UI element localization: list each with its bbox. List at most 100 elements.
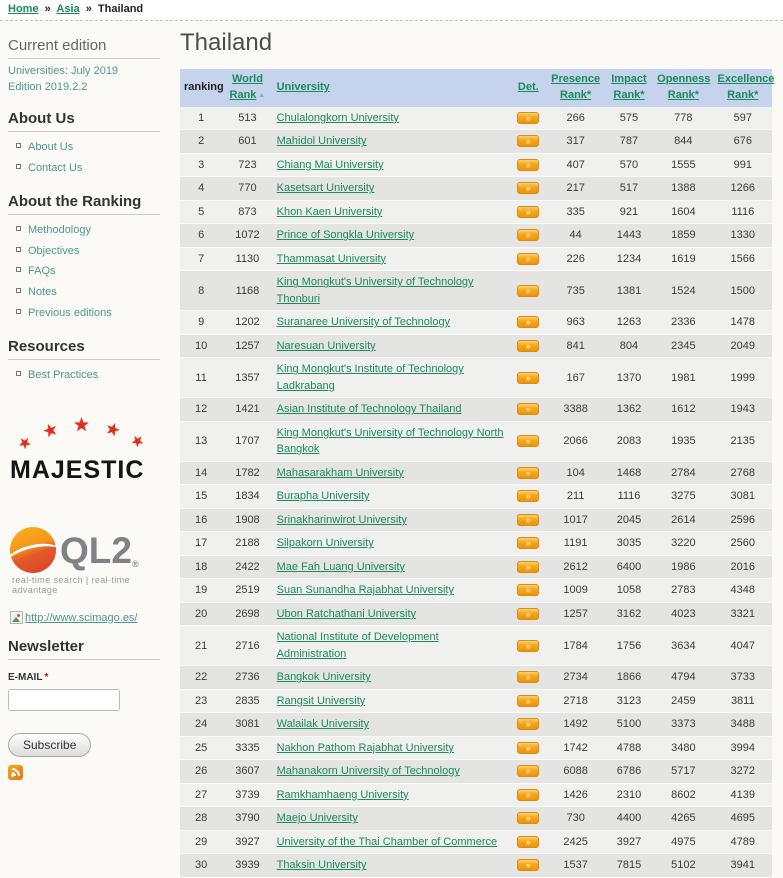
world-rank-cell: 1257 — [222, 334, 272, 358]
university-link[interactable]: Mahasarakham University — [277, 467, 404, 479]
breadcrumb-asia-link[interactable]: Asia — [56, 3, 79, 15]
det-badge-icon[interactable]: » — [517, 671, 539, 683]
table-row: 121421Asian Institute of Technology Thai… — [180, 398, 772, 422]
impact-rank-cell: 1756 — [605, 626, 653, 666]
column-header-link[interactable]: Presence Rank* — [551, 73, 600, 101]
det-badge-icon[interactable]: » — [517, 859, 539, 871]
university-link[interactable]: Ramkhamhaeng University — [277, 789, 409, 801]
rss-icon[interactable] — [8, 765, 23, 780]
det-badge-icon[interactable]: » — [517, 514, 539, 526]
university-link[interactable]: Walailak University — [277, 718, 370, 730]
sidebar-link[interactable]: About Us — [28, 141, 73, 153]
email-field[interactable] — [8, 689, 120, 711]
det-badge-icon[interactable]: » — [517, 435, 539, 447]
university-link[interactable]: Srinakharinwirot University — [277, 514, 407, 526]
sidebar-link[interactable]: Objectives — [28, 245, 79, 257]
column-header-link[interactable]: Impact Rank* — [611, 73, 646, 101]
det-badge-icon[interactable]: » — [517, 608, 539, 620]
scimago-link[interactable]: http://www.scimago.es/ — [25, 612, 138, 624]
presence-rank-cell: 735 — [546, 271, 604, 311]
university-link[interactable]: Mae Fah Luang University — [277, 561, 405, 573]
det-badge-icon[interactable]: » — [517, 836, 539, 848]
ranking-cell: 10 — [180, 334, 222, 358]
breadcrumb: Home » Asia » Thailand — [0, 0, 783, 21]
university-cell: National Institute of Development Admini… — [273, 626, 511, 666]
sidebar-link[interactable]: Previous editions — [28, 307, 112, 319]
det-badge-icon[interactable]: » — [517, 135, 539, 147]
university-link[interactable]: Rangsit University — [277, 695, 366, 707]
university-link[interactable]: King Mongkut's Institute of Technology L… — [277, 363, 464, 392]
det-badge-icon[interactable]: » — [517, 372, 539, 384]
edition-version-link[interactable]: Edition 2019.2.2 — [8, 80, 170, 96]
excellence-rank-cell: 1566 — [714, 247, 772, 271]
university-link[interactable]: Naresuan University — [277, 340, 376, 352]
university-link[interactable]: Khon Kaen University — [277, 206, 383, 218]
sidebar-link[interactable]: FAQs — [28, 265, 56, 277]
university-link[interactable]: Suan Sunandha Rajabhat University — [277, 584, 454, 596]
det-badge-icon[interactable]: » — [517, 285, 539, 297]
det-badge-icon[interactable]: » — [517, 229, 539, 241]
det-badge-icon[interactable]: » — [517, 789, 539, 801]
column-header-link[interactable]: Det. — [518, 81, 539, 93]
university-link[interactable]: Mahidol University — [277, 135, 367, 147]
det-badge-icon[interactable]: » — [517, 206, 539, 218]
world-rank-cell: 3939 — [222, 854, 272, 878]
det-badge-icon[interactable]: » — [517, 561, 539, 573]
university-link[interactable]: University of the Thai Chamber of Commer… — [277, 836, 498, 848]
university-link[interactable]: Maejo University — [277, 812, 358, 824]
det-badge-icon[interactable]: » — [517, 316, 539, 328]
breadcrumb-home-link[interactable]: Home — [8, 3, 39, 15]
column-header-excellence-rank: Excellence Rank* — [714, 69, 772, 107]
det-badge-icon[interactable]: » — [517, 765, 539, 777]
det-badge-icon[interactable]: » — [517, 253, 539, 265]
university-link[interactable]: Burapha University — [277, 490, 370, 502]
column-header-det: Det. — [510, 69, 546, 107]
sidebar-link[interactable]: Contact Us — [28, 162, 82, 174]
column-header-link[interactable]: Openness Rank* — [657, 73, 710, 101]
det-badge-icon[interactable]: » — [517, 467, 539, 479]
university-link[interactable]: King Mongkut's University of Technology … — [277, 276, 474, 305]
ql2-logo[interactable]: QL2® real-time search | real-time advant… — [10, 527, 170, 595]
impact-rank-cell: 804 — [605, 334, 653, 358]
det-badge-icon[interactable]: » — [517, 537, 539, 549]
column-header-link[interactable]: University — [277, 81, 330, 93]
sidebar-link[interactable]: Methodology — [28, 224, 91, 236]
excellence-rank-cell: 2768 — [714, 461, 772, 485]
university-link[interactable]: Silpakorn University — [277, 537, 374, 549]
university-link[interactable]: Thammasat University — [277, 253, 386, 265]
university-link[interactable]: Asian Institute of Technology Thailand — [277, 403, 462, 415]
det-badge-icon[interactable]: » — [517, 490, 539, 502]
university-link[interactable]: Chulalongkorn University — [277, 112, 399, 124]
det-badge-icon[interactable]: » — [517, 742, 539, 754]
det-badge-icon[interactable]: » — [517, 159, 539, 171]
sidebar-link[interactable]: Notes — [28, 286, 57, 298]
det-badge-icon[interactable]: » — [517, 695, 539, 707]
sidebar-link[interactable]: Best Practices — [28, 369, 98, 381]
majestic-logo[interactable]: ★ ★ ★ ★ ★ MAJESTIC — [10, 412, 160, 485]
column-header-link[interactable]: Excellence Rank* — [718, 73, 775, 101]
current-edition-link[interactable]: Universities: July 2019 — [8, 64, 170, 80]
university-link[interactable]: Suranaree University of Technology — [277, 316, 450, 328]
university-link[interactable]: Prince of Songkla University — [277, 229, 415, 241]
university-cell: Mahanakorn University of Technology — [273, 760, 511, 784]
university-link[interactable]: Nakhon Pathom Rajabhat University — [277, 742, 454, 754]
university-link[interactable]: Thaksin University — [277, 859, 367, 871]
university-link[interactable]: Mahanakorn University of Technology — [277, 765, 460, 777]
det-badge-icon[interactable]: » — [517, 340, 539, 352]
university-link[interactable]: Chiang Mai University — [277, 159, 384, 171]
table-row: 61072Prince of Songkla University»441443… — [180, 224, 772, 248]
det-badge-icon[interactable]: » — [517, 718, 539, 730]
university-link[interactable]: National Institute of Development Admini… — [277, 631, 439, 660]
det-badge-icon[interactable]: » — [517, 812, 539, 824]
subscribe-button[interactable]: Subscribe — [8, 733, 91, 757]
det-badge-icon[interactable]: » — [517, 112, 539, 124]
university-link[interactable]: Bangkok University — [277, 671, 371, 683]
university-link[interactable]: Kasetsart University — [277, 182, 375, 194]
det-badge-icon[interactable]: » — [517, 584, 539, 596]
det-badge-icon[interactable]: » — [517, 182, 539, 194]
university-link[interactable]: King Mongkut's University of Technology … — [277, 427, 504, 456]
university-cell: Ramkhamhaeng University — [273, 783, 511, 807]
university-link[interactable]: Ubon Ratchathani University — [277, 608, 416, 620]
det-badge-icon[interactable]: » — [517, 640, 539, 652]
det-badge-icon[interactable]: » — [517, 403, 539, 415]
